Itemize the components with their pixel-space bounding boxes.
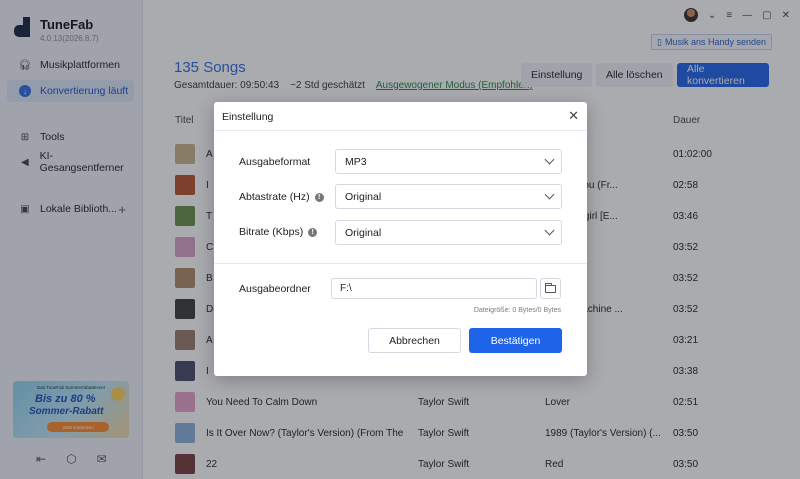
samplerate-select[interactable]: Original	[335, 184, 562, 209]
info-icon[interactable]: !	[314, 192, 324, 202]
folder-icon	[545, 282, 556, 293]
cancel-button[interactable]: Abbrechen	[368, 328, 461, 353]
settings-dialog: Einstellung ✕ Ausgabeformat MP3 Abtastra…	[214, 102, 587, 376]
format-select-value: MP3	[345, 155, 367, 168]
close-icon[interactable]: ✕	[568, 108, 579, 124]
chevron-down-icon	[544, 225, 555, 236]
samplerate-select-value: Original	[345, 190, 382, 203]
bitrate-select-value: Original	[345, 226, 382, 239]
confirm-button[interactable]: Bestätigen	[469, 328, 562, 353]
browse-folder-button[interactable]	[540, 278, 561, 299]
divider	[214, 263, 587, 264]
format-label: Ausgabeformat	[239, 156, 310, 168]
info-icon[interactable]: !	[308, 227, 318, 237]
bitrate-select[interactable]: Original	[335, 220, 562, 245]
samplerate-label-text: Abtastrate (Hz)	[239, 191, 310, 203]
bitrate-label-text: Bitrate (Kbps)	[239, 226, 304, 238]
output-folder-input[interactable]: F:\	[331, 278, 537, 299]
output-folder-label: Ausgabeordner	[239, 283, 311, 295]
dialog-title: Einstellung	[222, 111, 274, 123]
divider	[214, 130, 587, 131]
chevron-down-icon	[544, 189, 555, 200]
format-select[interactable]: MP3	[335, 149, 562, 174]
bitrate-label: Bitrate (Kbps) !	[239, 226, 318, 238]
file-size-note: Dateigröße: 0 Bytes/0 Bytes	[473, 307, 561, 314]
format-label-text: Ausgabeformat	[239, 156, 311, 168]
output-folder-label-text: Ausgabeordner	[239, 283, 311, 295]
chevron-down-icon	[544, 154, 555, 165]
samplerate-label: Abtastrate (Hz) !	[239, 191, 324, 203]
